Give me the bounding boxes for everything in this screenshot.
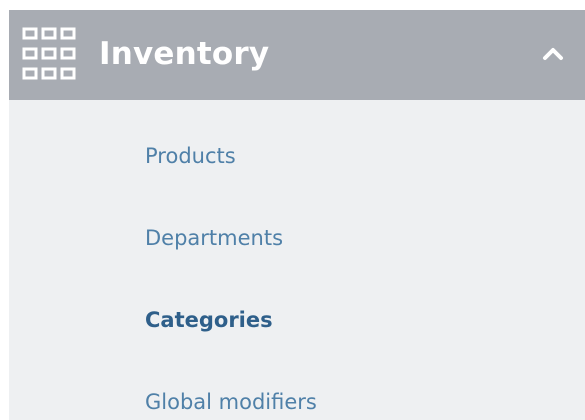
sidebar-canvas: Inventory Products Departments Categorie… [0, 0, 585, 420]
menu-item-departments[interactable]: Departments [145, 218, 283, 258]
menu-item-products[interactable]: Products [145, 136, 236, 176]
chevron-up-icon[interactable] [542, 46, 564, 60]
inventory-section-header[interactable]: Inventory [9, 10, 585, 100]
menu-item-categories[interactable]: Categories [145, 300, 273, 340]
section-title: Inventory [99, 36, 270, 72]
sidebar-panel: Inventory Products Departments Categorie… [9, 10, 585, 420]
grid-icon [21, 26, 77, 82]
menu-item-global-modifiers[interactable]: Global modifiers [145, 382, 317, 420]
